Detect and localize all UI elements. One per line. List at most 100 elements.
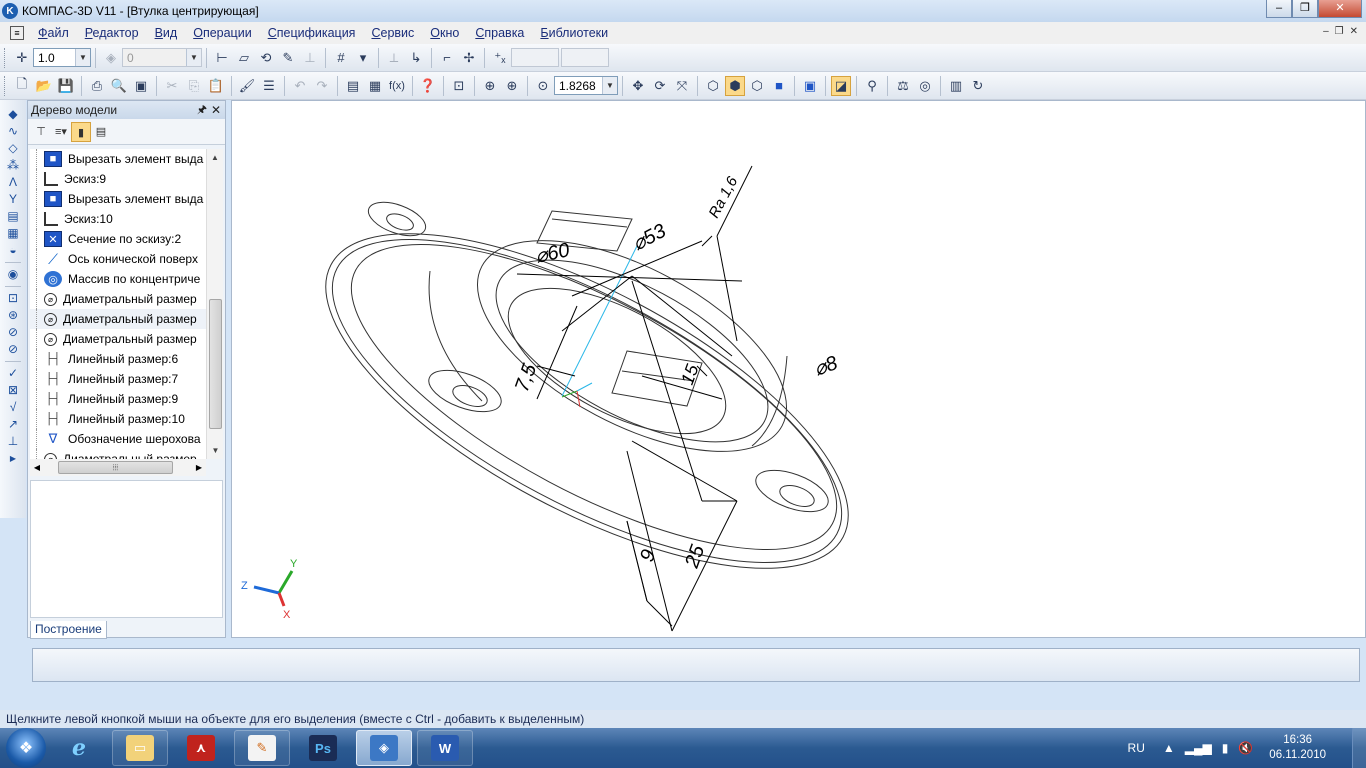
volume-muted-icon[interactable]: 🔇 (1238, 741, 1253, 755)
scroll-thumb[interactable]: ⦙⦙⦙ (58, 461, 173, 474)
frame-icon[interactable]: ⊡ (4, 290, 22, 307)
doc-close-icon[interactable]: ✕ (1350, 26, 1358, 37)
plane-icon[interactable]: ▱ (234, 48, 254, 68)
rotate-icon[interactable]: ⟳ (650, 76, 670, 96)
sheet-icon[interactable]: ◉ (4, 266, 22, 283)
tree-item[interactable]: ├┤ Линейный размер:10 (30, 409, 206, 429)
perspective-icon[interactable]: ◪ (831, 75, 851, 96)
diameter-tool-icon[interactable]: ⊘ (4, 324, 22, 341)
tree-vertical-scrollbar[interactable]: ▲ ▼ (206, 149, 223, 459)
scroll-thumb[interactable] (209, 299, 222, 429)
zoom-extents-icon[interactable]: ⊡ (449, 76, 469, 96)
scroll-up-icon[interactable]: ▲ (207, 149, 223, 166)
zoom-window-icon[interactable]: ⊕ (480, 76, 500, 96)
tab-construction[interactable]: Построение (30, 621, 107, 639)
model-viewport[interactable]: ⌀60 ⌀53 ⌀8 Ra 1,6 7,5 15 9 25 Y Z X (231, 100, 1366, 638)
menu-window[interactable]: Окно (422, 26, 467, 40)
wireframe-icon[interactable]: ⬡ (703, 76, 723, 96)
pin-icon[interactable]: 🖈 (197, 101, 207, 119)
mass-icon[interactable]: ⚖ (893, 76, 913, 96)
menu-editor[interactable]: Редактор (77, 26, 147, 40)
pan-icon[interactable]: ✥ (628, 76, 648, 96)
filters-icon[interactable]: ▤ (4, 208, 22, 225)
kompas-app-icon[interactable]: K (2, 3, 18, 19)
manager-icon[interactable]: ☰ (259, 76, 279, 96)
minimize-button[interactable]: – (1266, 0, 1292, 18)
language-indicator[interactable]: RU (1128, 741, 1145, 755)
rebuild-icon[interactable]: ↻ (968, 76, 988, 96)
tree-item[interactable]: ├┤ Линейный размер:7 (30, 369, 206, 389)
chevron-down-icon[interactable]: ▼ (75, 49, 90, 66)
close-icon[interactable]: ✕ (211, 101, 221, 119)
help-pointer-icon[interactable]: ❓ (418, 76, 438, 96)
doc-minimize-icon[interactable]: – (1323, 26, 1329, 37)
more-icon[interactable]: ▶ (4, 450, 22, 467)
document-system-icon[interactable]: ≡ (10, 26, 24, 40)
menu-service[interactable]: Сервис (363, 26, 422, 40)
show-desktop-button[interactable] (1352, 728, 1366, 768)
hidden-lines-icon[interactable]: ⬢ (725, 75, 745, 96)
snap-icon[interactable]: ▾ (353, 48, 373, 68)
explorer-taskbar-button[interactable]: ▭ (112, 730, 168, 766)
tree-item[interactable]: ✕ Сечение по эскизу:2 (30, 229, 206, 249)
scroll-right-icon[interactable]: ▶ (192, 459, 206, 476)
zoom-scale-icon[interactable]: ⊙ (533, 76, 553, 96)
ucs-icon[interactable]: ↳ (406, 48, 426, 68)
tree-structure-icon[interactable]: ⊤ (31, 122, 51, 142)
tray-expand-icon[interactable]: ▲ (1163, 741, 1175, 755)
tree-item[interactable]: Эскиз:10 (30, 209, 206, 229)
orientation-view-icon[interactable]: ⤧ (672, 76, 692, 96)
leader-icon[interactable]: ↗ (4, 416, 22, 433)
filter-icon[interactable]: ⚲ (862, 76, 882, 96)
orientation-icon[interactable]: ⟲ (256, 48, 276, 68)
tree-item[interactable]: ⟋ Ось конической поверх (30, 249, 206, 269)
menu-view[interactable]: Вид (147, 26, 186, 40)
tree-item[interactable]: ├┤ Линейный размер:9 (30, 389, 206, 409)
menu-help[interactable]: Справка (467, 26, 532, 40)
xy-coord-icon[interactable]: ⁺ₓ (490, 48, 510, 68)
x-coord-field[interactable] (511, 48, 559, 67)
spatial-curves-icon[interactable]: ∿ (4, 123, 22, 140)
dim-text-7-5[interactable]: 7,5 (511, 360, 541, 394)
tree-item[interactable]: ◎ Массив по концентриче (30, 269, 206, 289)
print-icon[interactable]: ⎙ (87, 76, 107, 96)
tree-item[interactable]: ⌀ Диаметральный размер (30, 329, 206, 349)
photoshop-taskbar-button[interactable]: Ps (295, 730, 351, 766)
step-icon[interactable]: ⌐ (437, 48, 457, 68)
tree-item[interactable]: ∇ Обозначение шерохова (30, 429, 206, 449)
save-icon[interactable]: 💾 (56, 76, 76, 96)
point-icon[interactable]: ✢ (459, 48, 479, 68)
kompas-taskbar-button[interactable]: ◈ (356, 730, 412, 766)
maximize-button[interactable]: ❐ (1292, 0, 1318, 18)
dim-text-d8[interactable]: ⌀8 (811, 352, 840, 381)
dim-text-25[interactable]: 25 (681, 541, 710, 571)
new-file-icon[interactable]: 🗋 (12, 76, 32, 96)
close-button[interactable]: ✕ (1318, 0, 1362, 18)
tree-icon[interactable]: ▤ (343, 76, 363, 96)
spec-icon[interactable]: ▦ (4, 225, 22, 242)
tree-item[interactable]: ⌀ Диаметральный размер (30, 289, 206, 309)
preview-icon[interactable]: ▣ (131, 76, 151, 96)
print-preview-icon[interactable]: 🔍 (109, 76, 129, 96)
scroll-down-icon[interactable]: ▼ (207, 442, 224, 459)
tree-item[interactable]: ■ Вырезать элемент выда (30, 149, 206, 169)
annotation-icon[interactable]: ⊠ (4, 382, 22, 399)
zoom-in-icon[interactable]: ⊕ (502, 76, 522, 96)
auxiliary-geometry-icon[interactable]: Λ (4, 174, 22, 191)
grid-icon[interactable]: # (331, 48, 351, 68)
tree-horizontal-scrollbar[interactable]: ◀ ⦙⦙⦙ ▶ (30, 459, 206, 476)
menu-libraries[interactable]: Библиотеки (532, 26, 616, 40)
roughness-tool-icon[interactable]: √ (4, 399, 22, 416)
zoom-combo[interactable]: 1.8268 ▼ (554, 76, 618, 95)
menu-specification[interactable]: Спецификация (260, 26, 364, 40)
properties-icon[interactable]: 🖌 (237, 76, 257, 96)
doc-restore-icon[interactable]: ❐ (1335, 26, 1344, 37)
open-icon[interactable]: 📂 (34, 76, 54, 96)
clock[interactable]: 16:36 06.11.2010 (1269, 733, 1326, 763)
scroll-left-icon[interactable]: ◀ (30, 459, 44, 476)
edit-part-icon[interactable]: ◆ (4, 106, 22, 123)
shaded-edges-icon[interactable]: ▣ (800, 76, 820, 96)
compass-pen-taskbar-button[interactable]: ✎ (234, 730, 290, 766)
surfaces-icon[interactable]: ◇ (4, 140, 22, 157)
datum-icon[interactable]: ⊥ (4, 433, 22, 450)
